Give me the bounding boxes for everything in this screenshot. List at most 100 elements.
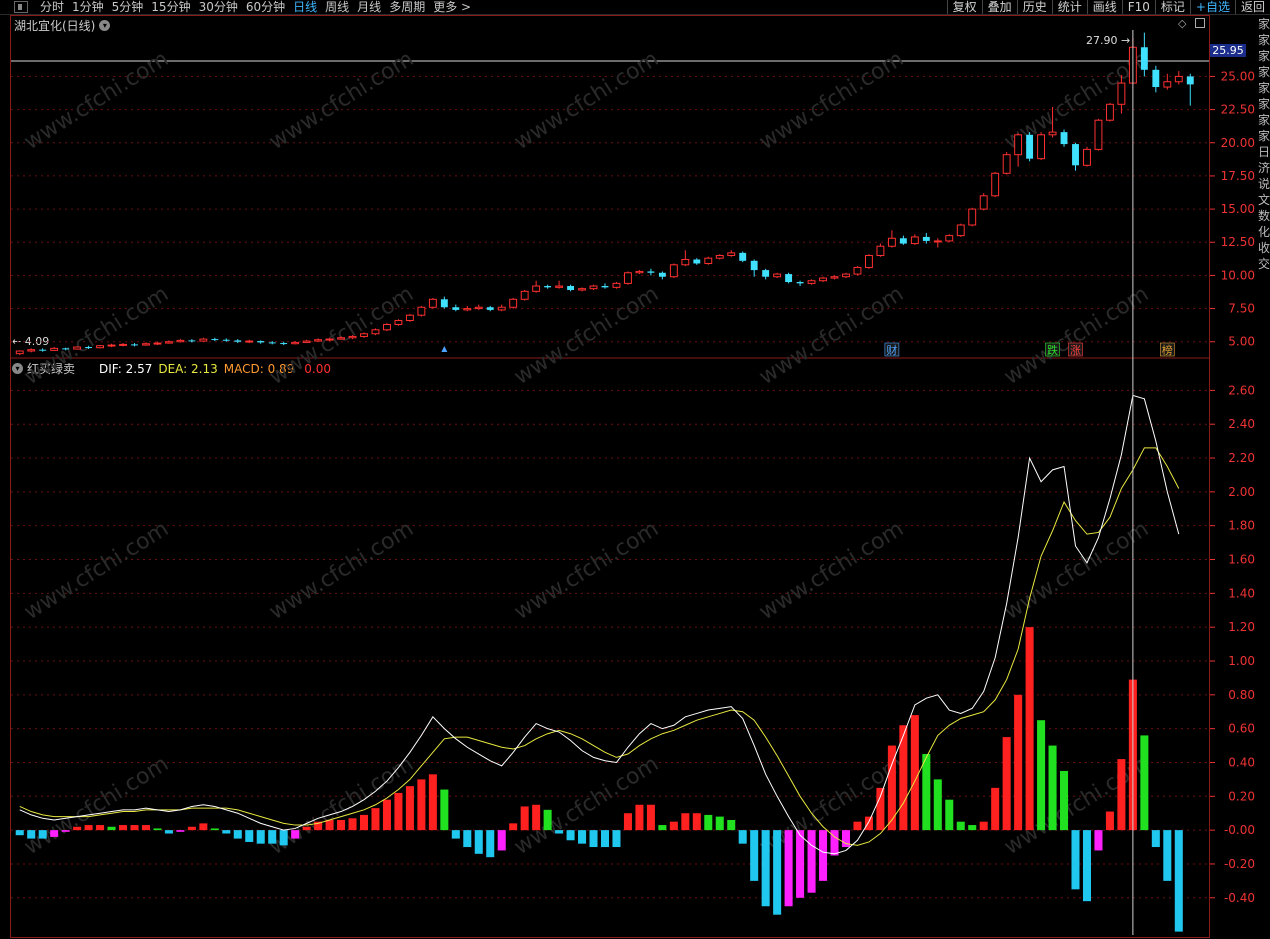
macd-bar [164, 830, 173, 834]
macd-bar [807, 830, 816, 893]
candle-body [497, 306, 506, 311]
price-axis-label: 5.00 [1228, 335, 1255, 349]
candle-body [463, 308, 472, 311]
candle-body [1083, 148, 1091, 166]
candle-body [486, 307, 494, 310]
macd-bar [141, 825, 150, 831]
macd-bar [704, 814, 713, 831]
macd-bar [1071, 830, 1080, 890]
price-axis-label: 12.50 [1221, 235, 1255, 249]
macd-axis-label: 1.80 [1228, 519, 1255, 533]
candle-body [1026, 134, 1034, 159]
annotation-text: 涨 [1070, 344, 1081, 357]
candle-body [739, 252, 747, 261]
macd-bar [417, 779, 426, 831]
macd-bar [773, 830, 782, 915]
macd-bar [107, 826, 116, 831]
watermark-text: www.cfchi.com [265, 281, 418, 390]
macd-bar [750, 830, 759, 881]
macd-bar [543, 809, 552, 831]
macd-bar [646, 804, 655, 831]
event-marker-icon [441, 346, 448, 352]
candle-body [222, 339, 230, 341]
macd-bar [337, 819, 346, 831]
macd-bar [692, 813, 701, 831]
macd-bar [1002, 737, 1011, 831]
candle-body [819, 277, 827, 282]
price-axis-label: 22.50 [1221, 103, 1255, 117]
macd-bar [371, 808, 380, 831]
watermark-text: www.cfchi.com [1000, 281, 1153, 390]
candle-body [96, 345, 105, 349]
candle-body [922, 236, 930, 241]
candle-body [945, 235, 954, 242]
macd-bar [199, 823, 208, 831]
candle-body [520, 290, 529, 300]
candle-body [50, 347, 59, 351]
candle-body [979, 195, 988, 210]
macd-axis-label: -0.20 [1224, 857, 1255, 871]
watermark-text: www.cfchi.com [755, 516, 908, 625]
candle-body [773, 273, 782, 278]
macd-bar [1094, 830, 1103, 851]
candle-body [417, 306, 426, 316]
macd-bar [222, 830, 231, 834]
candle-body [452, 307, 460, 310]
candle-body [1060, 132, 1068, 145]
candle-body [887, 237, 896, 247]
macd-bar [130, 825, 139, 831]
macd-bar [394, 792, 403, 831]
candle-body [73, 346, 82, 350]
candle-body [245, 340, 254, 343]
macd-bar [15, 830, 24, 836]
candle-body [176, 339, 185, 343]
watermark-text: www.cfchi.com [20, 751, 173, 860]
macd-bar [1174, 830, 1183, 932]
candle-body [291, 341, 300, 345]
candle-body [325, 338, 334, 341]
watermark-text: www.cfchi.com [510, 281, 663, 390]
candle-body [589, 285, 598, 290]
macd-bar [876, 787, 885, 831]
macd-bar [27, 830, 36, 839]
candle-body [39, 349, 47, 351]
macd-bar [864, 816, 873, 831]
candle-body [864, 255, 873, 268]
annotation-text: 跌 [1047, 343, 1058, 357]
candle-body [555, 285, 564, 288]
macd-bar [176, 830, 185, 832]
macd-axis-label: 1.60 [1228, 553, 1255, 567]
candle-body [567, 286, 575, 290]
macd-bar [291, 830, 300, 839]
macd-bar [520, 806, 529, 831]
macd-bar [922, 754, 931, 831]
candle-body [1186, 76, 1194, 85]
macd-bar [555, 830, 564, 834]
macd-bar [153, 828, 162, 831]
macd-bar [187, 826, 196, 831]
macd-bar [440, 789, 449, 831]
macd-bar [1025, 627, 1034, 831]
macd-axis-label: 0.20 [1228, 789, 1255, 803]
macd-bar [956, 821, 965, 831]
watermark-text: www.cfchi.com [510, 46, 663, 155]
candle-body [933, 240, 942, 243]
candle-body [968, 208, 977, 226]
macd-bar [991, 787, 1000, 831]
macd-bar [428, 774, 437, 831]
macd-bar [474, 830, 483, 854]
macd-bar [1151, 830, 1160, 848]
watermark-text: www.cfchi.com [265, 46, 418, 155]
watermark-text: www.cfchi.com [20, 516, 173, 625]
macd-bar [933, 779, 942, 831]
candle-body [762, 270, 770, 277]
price-axis-label: 20.00 [1221, 136, 1255, 150]
candle-body [956, 224, 965, 237]
candle-body [842, 273, 850, 278]
macd-bar [784, 830, 793, 907]
macd-bar [578, 830, 587, 844]
macd-bar [279, 830, 288, 846]
candle-body [383, 323, 391, 331]
macd-bar [589, 830, 598, 848]
candle-body [211, 339, 219, 341]
